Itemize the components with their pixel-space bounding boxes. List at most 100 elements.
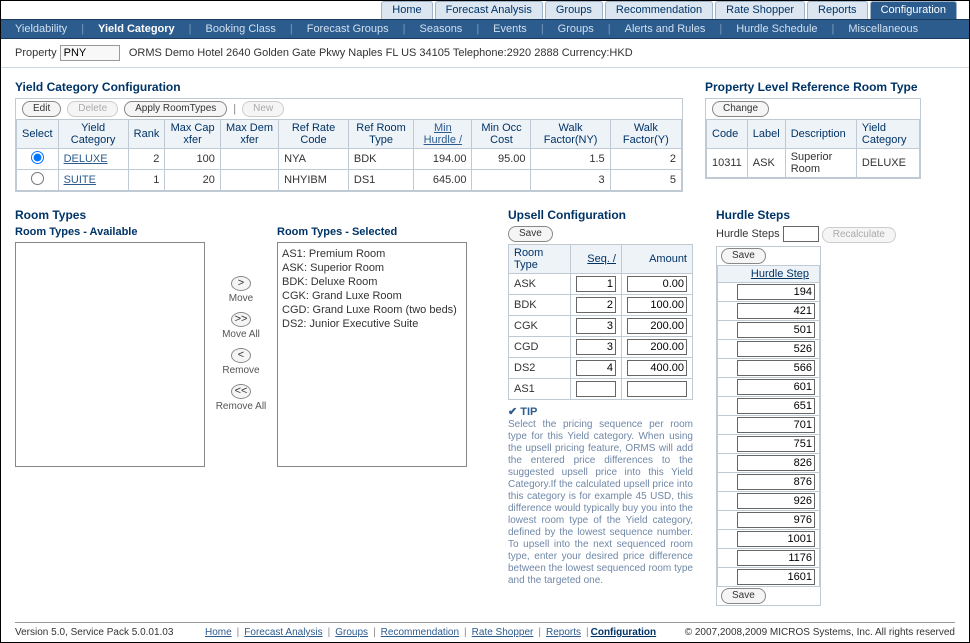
table-row: [718, 416, 820, 435]
sub-nav-hurdle-schedule[interactable]: Hurdle Schedule: [732, 23, 821, 35]
hurdle-step-input[interactable]: [737, 512, 815, 528]
footer-link[interactable]: Home: [205, 627, 232, 638]
yc-select-radio[interactable]: [31, 151, 44, 164]
top-tab-home[interactable]: Home: [381, 1, 432, 19]
top-tab-groups[interactable]: Groups: [545, 1, 603, 19]
sub-nav-yieldability[interactable]: Yieldability: [11, 23, 71, 35]
hurdle-step-input[interactable]: [737, 360, 815, 376]
top-tab-forecast-analysis[interactable]: Forecast Analysis: [435, 1, 543, 19]
footer-link[interactable]: Recommendation: [381, 627, 459, 638]
remove-all-button[interactable]: <<: [231, 384, 251, 399]
sub-nav-groups[interactable]: Groups: [554, 23, 598, 35]
sub-nav-forecast-groups[interactable]: Forecast Groups: [303, 23, 393, 35]
table-row: [718, 530, 820, 549]
yc-link[interactable]: SUITE: [64, 174, 96, 186]
tip-text: Select the pricing sequence per room typ…: [508, 419, 693, 586]
room-sel-list[interactable]: AS1: Premium RoomASK: Superior RoomBDK: …: [277, 242, 467, 467]
seq-input[interactable]: [576, 339, 616, 355]
seq-input[interactable]: [576, 318, 616, 334]
hurdle-step-input[interactable]: [737, 474, 815, 490]
hurdle-save-bottom-button[interactable]: Save: [721, 588, 766, 604]
room-types-panel: Room Types Room Types - Available > Move…: [15, 204, 490, 606]
table-row: CGK: [509, 316, 693, 337]
top-tab-reports[interactable]: Reports: [807, 1, 868, 19]
hurdle-step-input[interactable]: [737, 455, 815, 471]
list-item[interactable]: CGK: Grand Luxe Room: [282, 289, 462, 303]
upsell-save-button[interactable]: Save: [508, 226, 553, 242]
table-row: [718, 492, 820, 511]
amount-input[interactable]: [627, 339, 687, 355]
table-row: AS1: [509, 379, 693, 400]
room-types-title: Room Types: [15, 204, 490, 226]
list-item[interactable]: DS2: Junior Executive Suite: [282, 317, 462, 331]
hurdle-step-input[interactable]: [737, 398, 815, 414]
list-item[interactable]: CGD: Grand Luxe Room (two beds): [282, 303, 462, 317]
seq-input[interactable]: [576, 276, 616, 292]
property-row: Property ORMS Demo Hotel 2640 Golden Gat…: [1, 39, 969, 68]
top-tab-recommendation[interactable]: Recommendation: [605, 1, 713, 19]
footer-link[interactable]: Rate Shopper: [472, 627, 534, 638]
amount-input[interactable]: [627, 297, 687, 313]
seq-sort[interactable]: Seq. /: [587, 253, 616, 265]
table-row: SUITE 120 NHYIBMDS1 645.0035: [17, 170, 682, 191]
property-input[interactable]: [60, 45, 120, 61]
yc-toolbar: Edit Delete Apply RoomTypes | New: [16, 99, 682, 119]
hurdle-step-header[interactable]: Hurdle Step: [751, 268, 809, 280]
sub-nav-seasons[interactable]: Seasons: [416, 23, 467, 35]
hurdle-step-input[interactable]: [737, 531, 815, 547]
hurdle-step-input[interactable]: [737, 303, 815, 319]
amount-input[interactable]: [627, 360, 687, 376]
hurdle-step-input[interactable]: [737, 322, 815, 338]
yc-select-radio[interactable]: [31, 172, 44, 185]
list-item[interactable]: BDK: Deluxe Room: [282, 275, 462, 289]
edit-button[interactable]: Edit: [22, 101, 61, 117]
amount-input[interactable]: [627, 381, 687, 397]
hurdle-step-input[interactable]: [737, 436, 815, 452]
sub-nav-miscellaneous[interactable]: Miscellaneous: [844, 23, 922, 35]
min-hurdle-sort[interactable]: Min Hurdle /: [424, 122, 463, 146]
sub-nav-booking-class[interactable]: Booking Class: [202, 23, 280, 35]
hurdle-step-input[interactable]: [737, 493, 815, 509]
hurdle-step-input[interactable]: [737, 550, 815, 566]
footer-link[interactable]: Groups: [335, 627, 368, 638]
ref-title: Property Level Reference Room Type: [705, 76, 921, 98]
sub-nav-yield-category[interactable]: Yield Category: [94, 23, 179, 35]
change-button[interactable]: Change: [712, 101, 769, 117]
footer-link[interactable]: Forecast Analysis: [244, 627, 322, 638]
hurdle-step-input[interactable]: [737, 341, 815, 357]
remove-button[interactable]: <: [231, 348, 251, 363]
list-item[interactable]: ASK: Superior Room: [282, 261, 462, 275]
hurdle-save-top-button[interactable]: Save: [721, 248, 766, 264]
table-row: BDK: [509, 295, 693, 316]
hurdle-step-input[interactable]: [737, 417, 815, 433]
top-tab-configuration[interactable]: Configuration: [870, 1, 957, 19]
move-button[interactable]: >: [231, 276, 251, 291]
seq-input[interactable]: [576, 381, 616, 397]
footer: Version 5.0, Service Pack 5.0.01.03 Home…: [15, 622, 955, 638]
upsell-title: Upsell Configuration: [508, 204, 698, 226]
sub-nav-events[interactable]: Events: [489, 23, 531, 35]
seq-input[interactable]: [576, 297, 616, 313]
footer-link[interactable]: Configuration: [591, 627, 657, 638]
apply-roomtypes-button[interactable]: Apply RoomTypes: [124, 101, 227, 117]
hurdle-step-input[interactable]: [737, 379, 815, 395]
seq-input[interactable]: [576, 360, 616, 376]
yc-table: SelectYield CategoryRankMax Cap xferMax …: [16, 119, 682, 191]
table-row: CGD: [509, 337, 693, 358]
yc-link[interactable]: DELUXE: [64, 153, 108, 165]
sub-nav-alerts-and-rules[interactable]: Alerts and Rules: [621, 23, 710, 35]
footer-link[interactable]: Reports: [546, 627, 581, 638]
hurdle-steps-input[interactable]: [783, 226, 819, 242]
hurdle-step-input[interactable]: [737, 284, 815, 300]
top-tab-rate-shopper[interactable]: Rate Shopper: [715, 1, 805, 19]
move-all-button[interactable]: >>: [231, 312, 251, 327]
top-tabs: HomeForecast AnalysisGroupsRecommendatio…: [1, 1, 969, 19]
hurdle-step-input[interactable]: [737, 569, 815, 585]
amount-input[interactable]: [627, 318, 687, 334]
tip-icon: ✔: [508, 406, 520, 418]
list-item[interactable]: AS1: Premium Room: [282, 247, 462, 261]
table-row: [718, 340, 820, 359]
amount-input[interactable]: [627, 276, 687, 292]
room-avail-list[interactable]: [15, 242, 205, 467]
table-row: [718, 359, 820, 378]
